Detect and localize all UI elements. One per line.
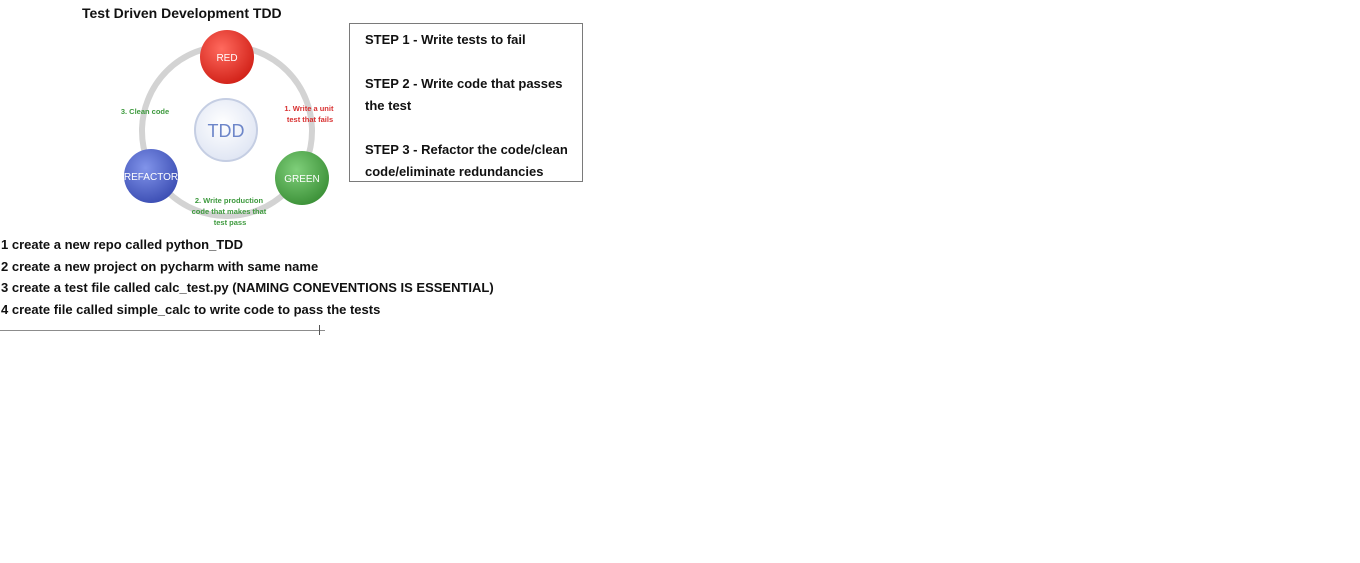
step2-arrow-label-line1: 2. Write production	[195, 196, 264, 205]
instruction-item-2: 2 create a new project on pycharm with s…	[1, 258, 319, 274]
step3-arrow-label: 3. Clean code	[121, 107, 169, 116]
instruction-item-3: 3 create a test file called calc_test.py…	[1, 280, 494, 295]
step-3-text: STEP 3 - Refactor the code/clean code/el…	[365, 142, 568, 179]
horizontal-rule	[0, 330, 325, 331]
green-node-label: GREEN	[284, 174, 320, 185]
step2-arrow-label: 2. Write production code that makes that…	[192, 196, 269, 227]
refactor-node-label: REFACTOR	[124, 172, 178, 183]
instructions-list: 1 create a new repo called python_TDD 2 …	[1, 234, 494, 320]
step-2-text: STEP 2 - Write code that passes the test	[365, 76, 563, 113]
step1-arrow-label-line2: test that fails	[287, 115, 333, 124]
step-1-text: STEP 1 - Write tests to fail	[365, 32, 526, 47]
instruction-item-1: 1 create a new repo called python_TDD	[1, 237, 244, 252]
page-title: Test Driven Development TDD	[82, 5, 282, 21]
step2-arrow-label-line2: code that makes that	[192, 207, 267, 216]
red-node-label: RED	[216, 53, 237, 64]
step1-arrow-label-line1: 1. Write a unit	[284, 104, 334, 113]
steps-box: STEP 1 - Write tests to fail STEP 2 - Wr…	[349, 23, 583, 182]
tdd-cycle-diagram: TDD RED GREEN REFACTOR 1. Write a unit t…	[121, 30, 334, 227]
ruler-tick-mark	[315, 325, 325, 335]
step2-arrow-label-line3: test pass	[214, 218, 247, 227]
instruction-item-4: 4 create file called simple_calc to writ…	[1, 301, 381, 317]
center-label: TDD	[208, 121, 245, 141]
